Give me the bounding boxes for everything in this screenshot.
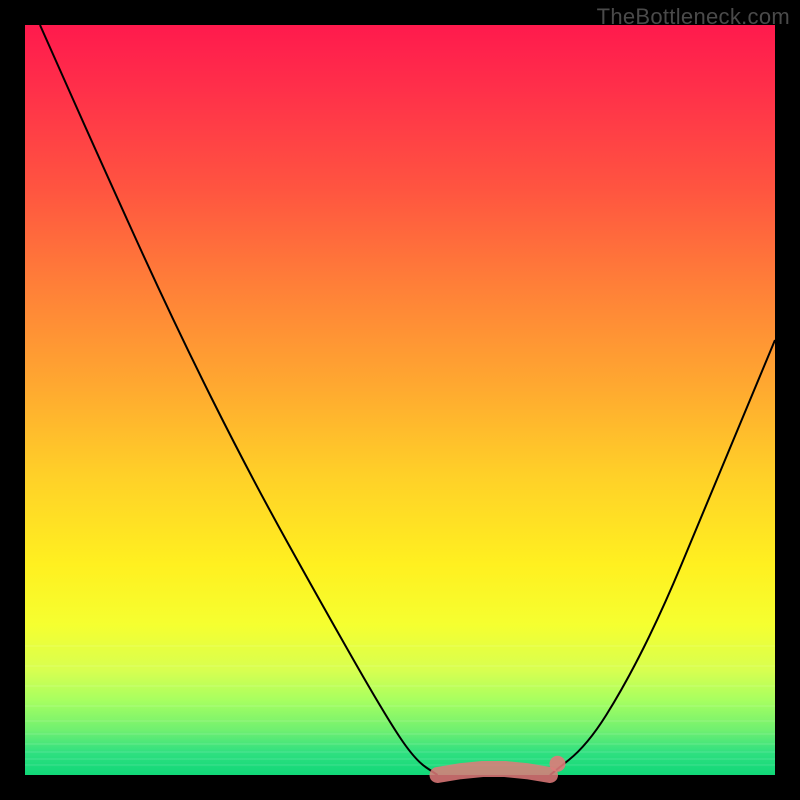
marker-band (438, 769, 551, 775)
curve-left-curve (40, 25, 438, 775)
curve-right-curve (550, 340, 775, 775)
chart-frame: TheBottleneck.com (0, 0, 800, 800)
plot-area (25, 25, 775, 775)
curve-layer (25, 25, 775, 775)
marker-dot (550, 756, 566, 772)
